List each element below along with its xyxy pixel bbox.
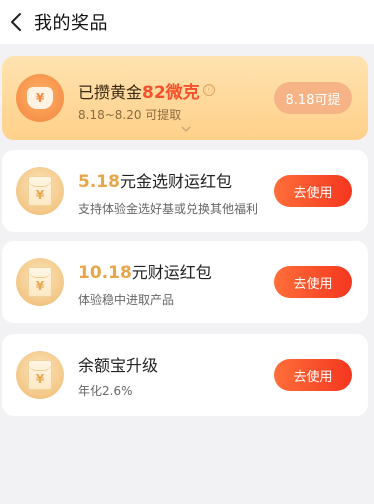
prize-description: 支持体验金选好基或兑换其他福利: [78, 202, 259, 216]
gold-amount: 82微克: [142, 83, 200, 103]
prize-title: 余额宝升级: [78, 356, 159, 375]
gold-title: 已攒黄金82微克 ⓘ: [78, 78, 215, 103]
prize-description: 体验稳中进取产品: [78, 293, 175, 307]
back-button[interactable]: [0, 0, 32, 44]
chevron-left-icon: [11, 13, 21, 31]
prize-title-suffix: 元财运红包: [131, 263, 212, 282]
use-button[interactable]: 去使用: [274, 266, 352, 298]
prize-description: 年化2.6%: [78, 384, 133, 398]
gold-title-prefix: 已攒黄金: [78, 83, 143, 102]
prize-title: 10.18元财运红包: [78, 259, 212, 283]
withdraw-button[interactable]: 8.18可提: [274, 82, 352, 114]
prize-title-suffix: 元金选财运红包: [119, 172, 232, 191]
envelope-symbol: ¥: [35, 188, 45, 202]
info-icon[interactable]: ⓘ: [202, 84, 215, 96]
prize-amount: 5.18: [78, 172, 120, 192]
prize-card: ¥ 5.18元金选财运红包 支持体验金选好基或兑换其他福利 去使用: [2, 150, 368, 232]
envelope-icon: ¥: [28, 360, 52, 390]
envelope-icon: ¥: [28, 267, 52, 297]
top-bar: 我的奖品: [0, 0, 374, 44]
chevron-down-icon[interactable]: [180, 124, 192, 134]
envelope-symbol: ¥: [35, 372, 45, 386]
envelope-icon: ¥: [28, 176, 52, 206]
prize-amount: 10.18: [78, 263, 132, 283]
use-button[interactable]: 去使用: [274, 175, 352, 207]
red-packet-icon: ¥: [16, 351, 64, 399]
prize-card: ¥ 10.18元财运红包 体验稳中进取产品 去使用: [2, 241, 368, 323]
gold-savings-card: ¥ 已攒黄金82微克 ⓘ 8.18~8.20 可提取 8.18可提: [2, 56, 368, 140]
prize-title: 5.18元金选财运红包: [78, 168, 232, 192]
red-packet-icon: ¥: [16, 167, 64, 215]
envelope-symbol: ¥: [35, 279, 45, 293]
red-packet-icon: ¥: [16, 258, 64, 306]
prize-card: ¥ 余额宝升级 年化2.6% 去使用: [2, 334, 368, 416]
gold-bag-icon: ¥: [16, 74, 64, 122]
gold-bag-symbol: ¥: [27, 87, 53, 109]
page-title: 我的奖品: [34, 13, 108, 34]
use-button[interactable]: 去使用: [274, 359, 352, 391]
gold-date-range: 8.18~8.20 可提取: [78, 108, 182, 122]
